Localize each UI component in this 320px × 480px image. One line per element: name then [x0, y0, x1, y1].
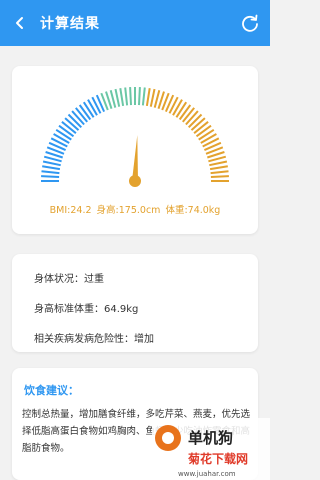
- gauge-tick: [78, 104, 92, 121]
- gauge-tick: [209, 160, 228, 167]
- gauge-tick: [82, 101, 95, 118]
- gauge-tick: [182, 107, 195, 123]
- gauge-tick: [149, 88, 156, 107]
- body-status: 身体状况：过重: [34, 274, 104, 285]
- gauge-tick: [41, 175, 60, 178]
- gauge-tick: [141, 87, 146, 106]
- standard-weight: 身高标准体重：64.9kg: [34, 304, 139, 315]
- gauge-needle: [132, 135, 138, 182]
- gauge-tick: [41, 170, 60, 175]
- bmi-summary: BMI:24.2 身高:175.0cm 体重:74.0kg: [12, 202, 258, 216]
- gauge-tick: [55, 128, 72, 141]
- bmi-value: BMI:24.2: [49, 205, 92, 216]
- gauge-tick: [42, 165, 61, 171]
- gauge-tick: [109, 89, 117, 108]
- gauge-tick: [43, 155, 62, 163]
- advice-title: 饮食建议：: [24, 384, 79, 397]
- gauge-tick: [153, 89, 161, 108]
- gauge-tick: [114, 88, 121, 107]
- gauge-tick: [187, 113, 203, 129]
- disease-risk: 相关疾病发病危险性：增加: [34, 334, 154, 345]
- gauge-tick: [209, 165, 228, 171]
- gauge-tick: [145, 88, 151, 107]
- gauge-tick: [210, 170, 229, 175]
- app-header: 计算结果: [0, 0, 270, 46]
- gauge-tick: [129, 87, 132, 106]
- weight-value: 体重:74.0kg: [165, 205, 221, 216]
- back-button[interactable]: [0, 0, 40, 46]
- gauge-tick: [61, 121, 77, 134]
- gauge-tick: [208, 155, 227, 163]
- refresh-icon[interactable]: [240, 13, 260, 33]
- gauge-tick: [119, 88, 125, 107]
- result-info-card: 身体状况：过重 身高标准体重：64.9kg 相关疾病发病危险性：增加: [12, 254, 258, 352]
- gauge-tick: [190, 117, 206, 131]
- page-title: 计算结果: [40, 16, 100, 32]
- svg-text:菊花下载网: 菊花下载网: [187, 451, 248, 466]
- chevron-left-icon: [16, 17, 23, 29]
- gauge-tick: [178, 104, 192, 121]
- gauge-hub: [129, 175, 141, 187]
- svg-text:www.juahar.com: www.juahar.com: [178, 470, 236, 478]
- gauge-tick: [195, 124, 212, 138]
- gauge-tick: [193, 121, 209, 134]
- gauge-tick: [64, 117, 80, 131]
- gauge-tick: [67, 113, 83, 129]
- svg-text:单机狗: 单机狗: [188, 429, 233, 447]
- gauge-tick: [71, 110, 85, 126]
- gauge-tick: [185, 110, 199, 126]
- gauge-tick: [75, 107, 88, 123]
- gauge-tick: [138, 87, 141, 106]
- gauge-tick: [198, 128, 215, 141]
- gauge-tick: [58, 124, 75, 138]
- gauge-tick: [124, 87, 129, 106]
- bmi-gauge-card: BMI:24.2 身高:175.0cm 体重:74.0kg: [12, 66, 258, 234]
- gauge-tick: [42, 160, 61, 167]
- gauge-tick: [210, 175, 229, 178]
- site-watermark-logo: 单机狗 菊花下载网 www.juahar.com: [152, 418, 270, 480]
- gauge-tick: [175, 101, 188, 118]
- height-value: 身高:175.0cm: [96, 205, 161, 216]
